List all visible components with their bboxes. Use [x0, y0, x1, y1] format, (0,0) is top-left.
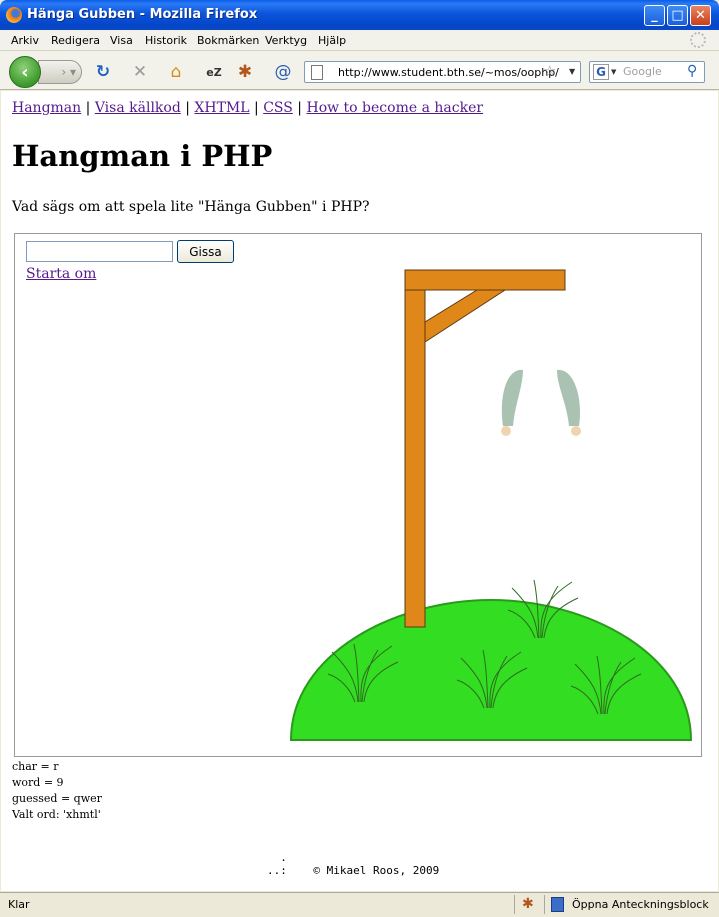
copyright-text: © Mikael Roos, 2009 [313, 864, 440, 877]
minimize-button[interactable]: _ [644, 5, 665, 26]
notepad-label[interactable]: Öppna Anteckningsblock [572, 898, 709, 911]
throbber-icon [690, 32, 706, 48]
nav-link-hangman[interactable]: Hangman [12, 100, 81, 116]
nav-separator: | [180, 100, 195, 116]
home-icon[interactable]: ⌂ [165, 61, 187, 83]
nav-link-hacker[interactable]: How to become a hacker [306, 100, 483, 116]
firebug-status-icon[interactable]: ✱ [522, 896, 534, 912]
nav-link-css[interactable]: CSS [263, 100, 293, 116]
intro-text: Vad sägs om att spela lite "Hänga Gubben… [12, 199, 370, 215]
nav-link-xhtml[interactable]: XHTML [194, 100, 249, 116]
search-input[interactable] [623, 65, 685, 78]
nav-separator: | [292, 100, 307, 116]
search-icon[interactable]: ⚲ [687, 63, 697, 79]
close-button[interactable]: ✕ [690, 5, 711, 26]
google-engine-icon[interactable]: G [593, 64, 609, 80]
bookmark-star-icon[interactable]: ☆ [543, 62, 556, 80]
menu-visa[interactable]: Visa [110, 34, 133, 47]
menu-arkiv[interactable]: Arkiv [11, 34, 39, 47]
hangman-drawing [289, 269, 693, 741]
debug-line: char = r [12, 760, 59, 773]
status-divider [514, 895, 515, 914]
window-title: Hänga Gubben - Mozilla Firefox [27, 7, 258, 22]
debug-output: char = r word = 9 guessed = qwer Valt or… [12, 759, 102, 823]
engine-dropdown-icon[interactable]: ▼ [611, 68, 616, 76]
maximize-button[interactable]: □ [667, 5, 688, 26]
page-title: Hangman i PHP [12, 139, 273, 173]
title-bar: Hänga Gubben - Mozilla Firefox _ □ ✕ [0, 0, 719, 30]
navigation-toolbar: › ▾ ‹ ↻ ✕ ⌂ eZ ✱ @ http://www.student.bt… [0, 51, 719, 90]
url-dropdown-icon[interactable]: ▼ [569, 67, 575, 76]
nav-link-source[interactable]: Visa källkod [95, 100, 181, 116]
footer-mark: . ..: [267, 851, 287, 877]
search-bar: G ▼ ⚲ [589, 61, 705, 83]
menu-bar: Arkiv Redigera Visa Historik Bokmärken V… [0, 30, 719, 51]
menu-redigera[interactable]: Redigera [51, 34, 100, 47]
menu-verktyg[interactable]: Verktyg [265, 34, 307, 47]
status-text: Klar [8, 898, 30, 911]
nav-separator: | [81, 100, 95, 116]
url-text[interactable]: http://www.student.bth.se/~mos/oophp/ [338, 66, 559, 79]
firebug-icon[interactable]: ✱ [234, 61, 256, 83]
debug-line: Valt ord: 'xhmtl' [12, 808, 101, 821]
menu-hjalp[interactable]: Hjälp [318, 34, 346, 47]
status-divider [544, 895, 545, 914]
hanged-man-arms [501, 369, 581, 426]
addon-swirl-icon[interactable]: @ [272, 61, 294, 83]
guess-button[interactable]: Gissa [177, 240, 234, 263]
url-bar[interactable]: http://www.student.bth.se/~mos/oophp/ ☆ … [304, 61, 581, 83]
stop-icon[interactable]: ✕ [129, 61, 151, 83]
guess-input[interactable] [26, 241, 173, 262]
site-nav: Hangman | Visa källkod | XHTML | CSS | H… [12, 100, 483, 116]
addon-ez-icon[interactable]: eZ [203, 61, 225, 83]
hill [289, 598, 693, 741]
hanged-man-hands [501, 426, 581, 436]
footer: . ..: © Mikael Roos, 2009 [267, 851, 439, 877]
notepad-icon[interactable] [551, 897, 564, 912]
menu-historik[interactable]: Historik [145, 34, 187, 47]
menu-bokmarken[interactable]: Bokmärken [197, 34, 259, 47]
debug-line: word = 9 [12, 776, 64, 789]
page-icon [311, 65, 323, 80]
status-bar: Klar ✱ Öppna Anteckningsblock [0, 892, 719, 917]
back-button[interactable]: ‹ [9, 56, 41, 88]
restart-link[interactable]: Starta om [26, 266, 96, 282]
debug-line: guessed = qwer [12, 792, 102, 805]
nav-separator: | [249, 100, 264, 116]
page-content: Hangman | Visa källkod | XHTML | CSS | H… [1, 91, 718, 891]
reload-icon[interactable]: ↻ [92, 61, 114, 83]
forward-button[interactable]: › ▾ [38, 60, 82, 84]
gallows [404, 269, 566, 628]
firefox-icon [6, 7, 22, 23]
game-area: Gissa Starta om [14, 233, 702, 757]
